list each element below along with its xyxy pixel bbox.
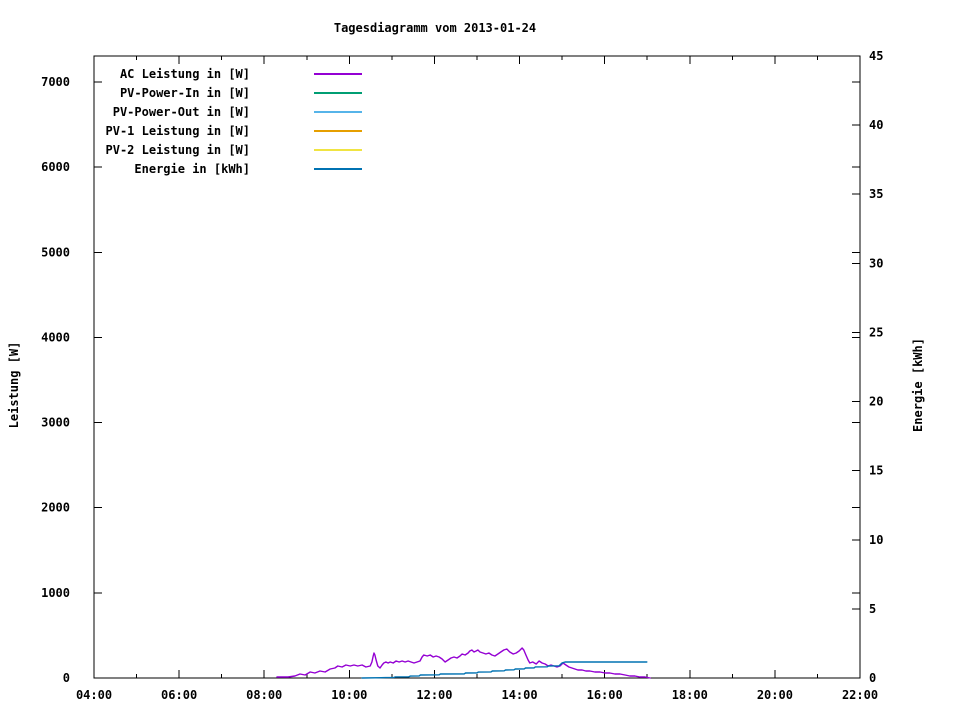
legend-label: AC Leistung in [W] [120, 67, 250, 81]
y-axis-label: Leistung [W] [7, 342, 21, 429]
chart-canvas: Tagesdiagramm vom 2013-01-24 Leistung [W… [0, 0, 960, 720]
x-tick-label: 14:00 [501, 688, 537, 702]
x-tick-label: 06:00 [161, 688, 197, 702]
y2-tick-label: 25 [869, 325, 883, 339]
y-tick-label: 2000 [41, 501, 70, 515]
y2-tick-label: 40 [869, 118, 883, 132]
y2-tick-label: 0 [869, 671, 876, 685]
y-tick-label: 4000 [41, 330, 70, 344]
chart-title: Tagesdiagramm vom 2013-01-24 [334, 21, 536, 35]
y2-tick-label: 45 [869, 49, 883, 63]
x-tick-label: 04:00 [76, 688, 112, 702]
tagesdiagramm-chart: Tagesdiagramm vom 2013-01-24 Leistung [W… [7, 21, 925, 702]
legend-label: PV-2 Leistung in [W] [106, 143, 251, 157]
legend-label: Energie in [kWh] [134, 162, 250, 176]
x-tick-label: 08:00 [246, 688, 282, 702]
y2-tick-label: 15 [869, 464, 883, 478]
legend-label: PV-1 Leistung in [W] [106, 124, 251, 138]
y2-tick-label: 35 [869, 187, 883, 201]
legend-label: PV-Power-Out in [W] [113, 105, 250, 119]
y2-tick-label: 30 [869, 256, 883, 270]
x-tick-label: 16:00 [587, 688, 623, 702]
y2-tick-label: 10 [869, 533, 883, 547]
y2-axis-label: Energie [kWh] [911, 338, 925, 432]
legend-label: PV-Power-In in [W] [120, 86, 250, 100]
y2-tick-label: 5 [869, 602, 876, 616]
series-energie [361, 661, 648, 679]
x-tick-label: 18:00 [672, 688, 708, 702]
y-tick-label: 1000 [41, 586, 70, 600]
y-tick-label: 6000 [41, 160, 70, 174]
y-tick-label: 5000 [41, 245, 70, 259]
y-tick-label: 7000 [41, 75, 70, 89]
x-tick-label: 20:00 [757, 688, 793, 702]
y-tick-label: 0 [63, 671, 70, 685]
y-tick-label: 3000 [41, 416, 70, 430]
y2-tick-label: 20 [869, 395, 883, 409]
x-tick-label: 10:00 [331, 688, 367, 702]
x-tick-label: 12:00 [416, 688, 452, 702]
x-tick-label: 22:00 [842, 688, 878, 702]
legend: AC Leistung in [W] PV-Power-In in [W] PV-P… [106, 67, 362, 176]
